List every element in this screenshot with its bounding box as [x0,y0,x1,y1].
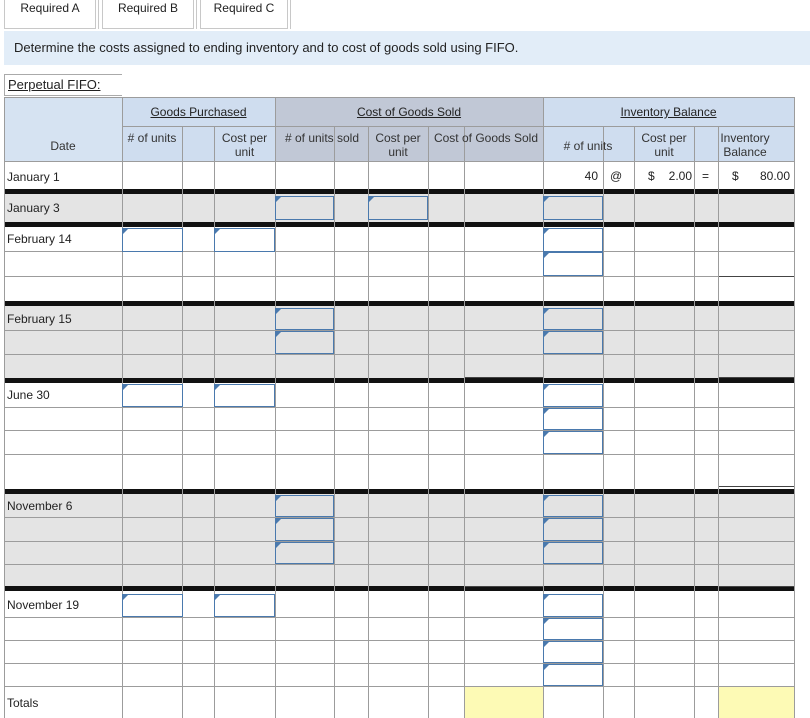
feb14-purchased-cost-input[interactable] [214,228,275,252]
jun30-inventory-units-input-3[interactable] [543,431,603,454]
jun30-purchased-units-input[interactable] [122,384,183,407]
nov6-inventory-units-input-1[interactable] [543,495,603,517]
header-cogs-units: # of units sold [284,131,360,145]
group-inventory-balance: Inventory Balance [620,105,717,119]
feb15-cogs-units-input-2[interactable] [275,331,334,354]
date-february-15: February 15 [7,312,72,326]
header-date: Date [50,139,76,153]
date-totals: Totals [7,696,39,710]
nov6-cogs-units-input-2[interactable] [275,518,334,541]
nov19-inventory-units-input-3[interactable] [543,641,603,663]
header-purchased-units: # of units [127,131,177,145]
date-june-30: June 30 [7,388,50,402]
jan1-dollar-sign: $ [648,169,655,183]
date-january-1: January 1 [7,170,60,184]
nov6-cogs-units-input-1[interactable] [275,495,334,517]
nov6-inventory-units-input-3[interactable] [543,542,603,564]
nov19-inventory-units-input-4[interactable] [543,664,603,686]
jan1-inventory-cost: 2.00 [668,169,692,183]
jan1-inventory-balance: 80.00 [759,169,790,183]
date-january-3: January 3 [7,201,60,215]
feb14-inventory-units-input-1[interactable] [543,228,603,252]
date-february-14: February 14 [7,232,72,246]
header-cogs-cost: Cost per unit [375,131,421,159]
jan1-at-sign: @ [610,169,623,183]
jan1-dollar-sign-2: $ [732,169,739,183]
header-inventory-units: # of units [563,139,613,153]
feb15-inventory-units-input-1[interactable] [543,308,603,330]
feb14-inventory-units-input-2[interactable] [543,252,603,276]
feb15-cogs-units-input-1[interactable] [275,308,334,330]
nov19-inventory-units-input-2[interactable] [543,618,603,640]
jan3-inventory-units-input[interactable] [543,196,603,220]
jun30-inventory-units-input-1[interactable] [543,384,603,407]
nov19-inventory-units-input-1[interactable] [543,594,603,617]
nov19-purchased-cost-input[interactable] [214,594,275,617]
header-inventory-total: Inventory Balance [720,131,770,159]
nov19-purchased-units-input[interactable] [122,594,183,617]
nov6-cogs-units-input-3[interactable] [275,542,334,564]
jan1-equals-sign: = [702,169,710,183]
group-cost-of-goods-sold: Cost of Goods Sold [356,105,462,119]
group-goods-purchased: Goods Purchased [150,105,247,119]
feb14-purchased-units-input[interactable] [122,228,183,252]
header-cogs-total: Cost of Goods Sold [433,131,539,145]
header-inventory-cost: Cost per unit [641,131,687,159]
jan3-cogs-units-input[interactable] [275,196,334,220]
total-inventory-balance-cell[interactable] [719,687,794,718]
date-november-19: November 19 [7,598,80,612]
nov6-inventory-units-input-2[interactable] [543,518,603,541]
jan3-cogs-cost-input[interactable] [368,196,428,220]
jan1-inventory-units: 40 [584,169,598,183]
jun30-purchased-cost-input[interactable] [214,384,275,407]
total-cost-of-goods-sold-cell[interactable] [465,687,543,718]
feb15-inventory-units-input-2[interactable] [543,331,603,354]
header-purchased-cost: Cost per unit [221,131,268,159]
date-november-6: November 6 [7,499,73,513]
jun30-inventory-units-input-2[interactable] [543,408,603,430]
